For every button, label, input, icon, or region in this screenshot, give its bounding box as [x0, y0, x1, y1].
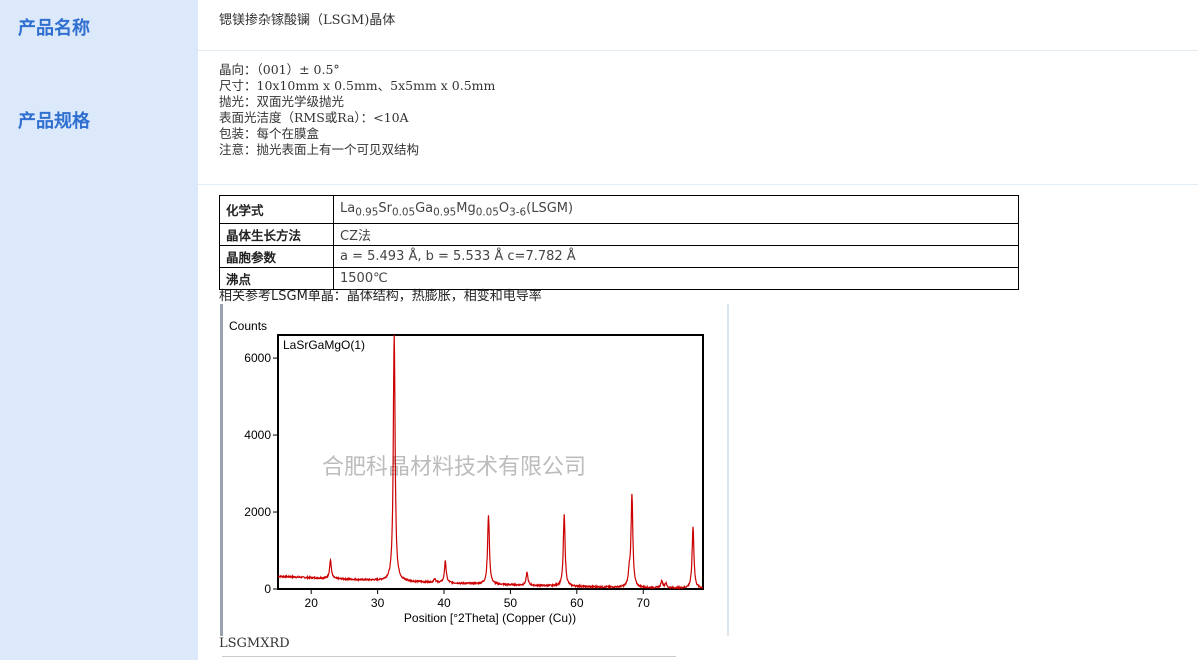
- formula-subscript: 0.05: [391, 206, 416, 219]
- row-divider: [198, 50, 1198, 51]
- property-key: 化学式: [219, 195, 334, 224]
- spec-roughness: 表面光洁度（RMS或Ra）：<10A: [219, 110, 409, 125]
- x-tick-label: 70: [637, 596, 651, 610]
- figure-right-border: [727, 304, 729, 636]
- property-value: a = 5.493 Å, b = 5.533 Å c=7.782 Å: [333, 245, 1019, 268]
- formula-value: La0.95Sr0.05Ga0.95Mg0.05O3-6(LSGM): [333, 195, 1019, 224]
- product-name: 锶镁掺杂镓酸镧（LSGM)晶体: [219, 13, 396, 28]
- chart-title: LaSrGaMgO(1): [283, 338, 365, 352]
- spec-note: 注意：抛光表面上有一个可见双结构: [219, 142, 420, 157]
- formula-element: O: [498, 200, 510, 216]
- property-table: 化学式 La0.95Sr0.05Ga0.95Mg0.05O3-6(LSGM) 晶…: [219, 195, 1019, 290]
- formula-subscript: 3-6: [509, 206, 527, 219]
- sidebar: 产品名称 产品规格: [0, 0, 198, 660]
- product-spec-label: 产品规格: [18, 111, 90, 132]
- formula-element: Sr: [378, 200, 392, 216]
- property-key: 晶体生长方法: [219, 223, 334, 246]
- table-row: 晶体生长方法 CZ法: [219, 223, 1019, 246]
- x-axis-label: Position [°2Theta] (Copper (Cu)): [404, 611, 576, 625]
- table-row: 晶胞参数 a = 5.493 Å, b = 5.533 Å c=7.782 Å: [219, 245, 1019, 268]
- formula-element: (LSGM): [526, 200, 574, 216]
- figure-caption: LSGMXRD: [219, 636, 290, 651]
- watermark: 合肥科晶材料技术有限公司: [322, 455, 586, 480]
- y-tick-label: 2000: [244, 505, 271, 519]
- x-tick-label: 60: [570, 596, 584, 610]
- formula-subscript: 0.95: [355, 206, 379, 219]
- spec-orientation: 晶向：（001）± 0.5°: [219, 62, 340, 77]
- spec-list: 晶向：（001）± 0.5° 尺寸：10x10mm x 0.5mm、5x5mm …: [219, 62, 495, 158]
- spec-package: 包装：每个在膜盒: [219, 126, 320, 141]
- formula-element: Mg: [456, 200, 476, 216]
- x-tick-label: 20: [305, 596, 319, 610]
- formula-element: Ga: [415, 200, 434, 216]
- formula-subscript: 0.05: [475, 206, 499, 219]
- property-key: 晶胞参数: [219, 245, 334, 268]
- x-tick-label: 40: [437, 596, 451, 610]
- y-axis-label: Counts: [229, 319, 267, 333]
- row-divider: [198, 184, 1198, 185]
- product-name-label: 产品名称: [18, 18, 90, 39]
- x-tick-label: 50: [504, 596, 518, 610]
- y-tick-label: 0: [264, 582, 271, 596]
- spec-size: 尺寸：10x10mm x 0.5mm、5x5mm x 0.5mm: [219, 78, 496, 93]
- table-row: 化学式 La0.95Sr0.05Ga0.95Mg0.05O3-6(LSGM): [219, 195, 1019, 224]
- spec-polish: 抛光：双面光学级抛光: [219, 94, 345, 109]
- figure-left-border: [220, 304, 223, 636]
- x-tick-label: 30: [371, 596, 385, 610]
- xrd-figure: Counts LaSrGaMgO(1) 0 2000 4000 6000 20 30 40…: [220, 304, 730, 636]
- property-value: CZ法: [333, 223, 1019, 246]
- y-tick-label: 6000: [244, 351, 271, 365]
- xrd-chart: Counts LaSrGaMgO(1) 0 2000 4000 6000 20 30 40…: [229, 319, 704, 625]
- formula-subscript: 0.95: [433, 206, 457, 219]
- bottom-divider: [222, 656, 676, 657]
- y-tick-label: 4000: [244, 428, 271, 442]
- reference-text: 相关参考LSGM单晶：晶体结构，热膨胀，相变和电导率: [219, 289, 542, 304]
- formula-element: La: [340, 200, 356, 216]
